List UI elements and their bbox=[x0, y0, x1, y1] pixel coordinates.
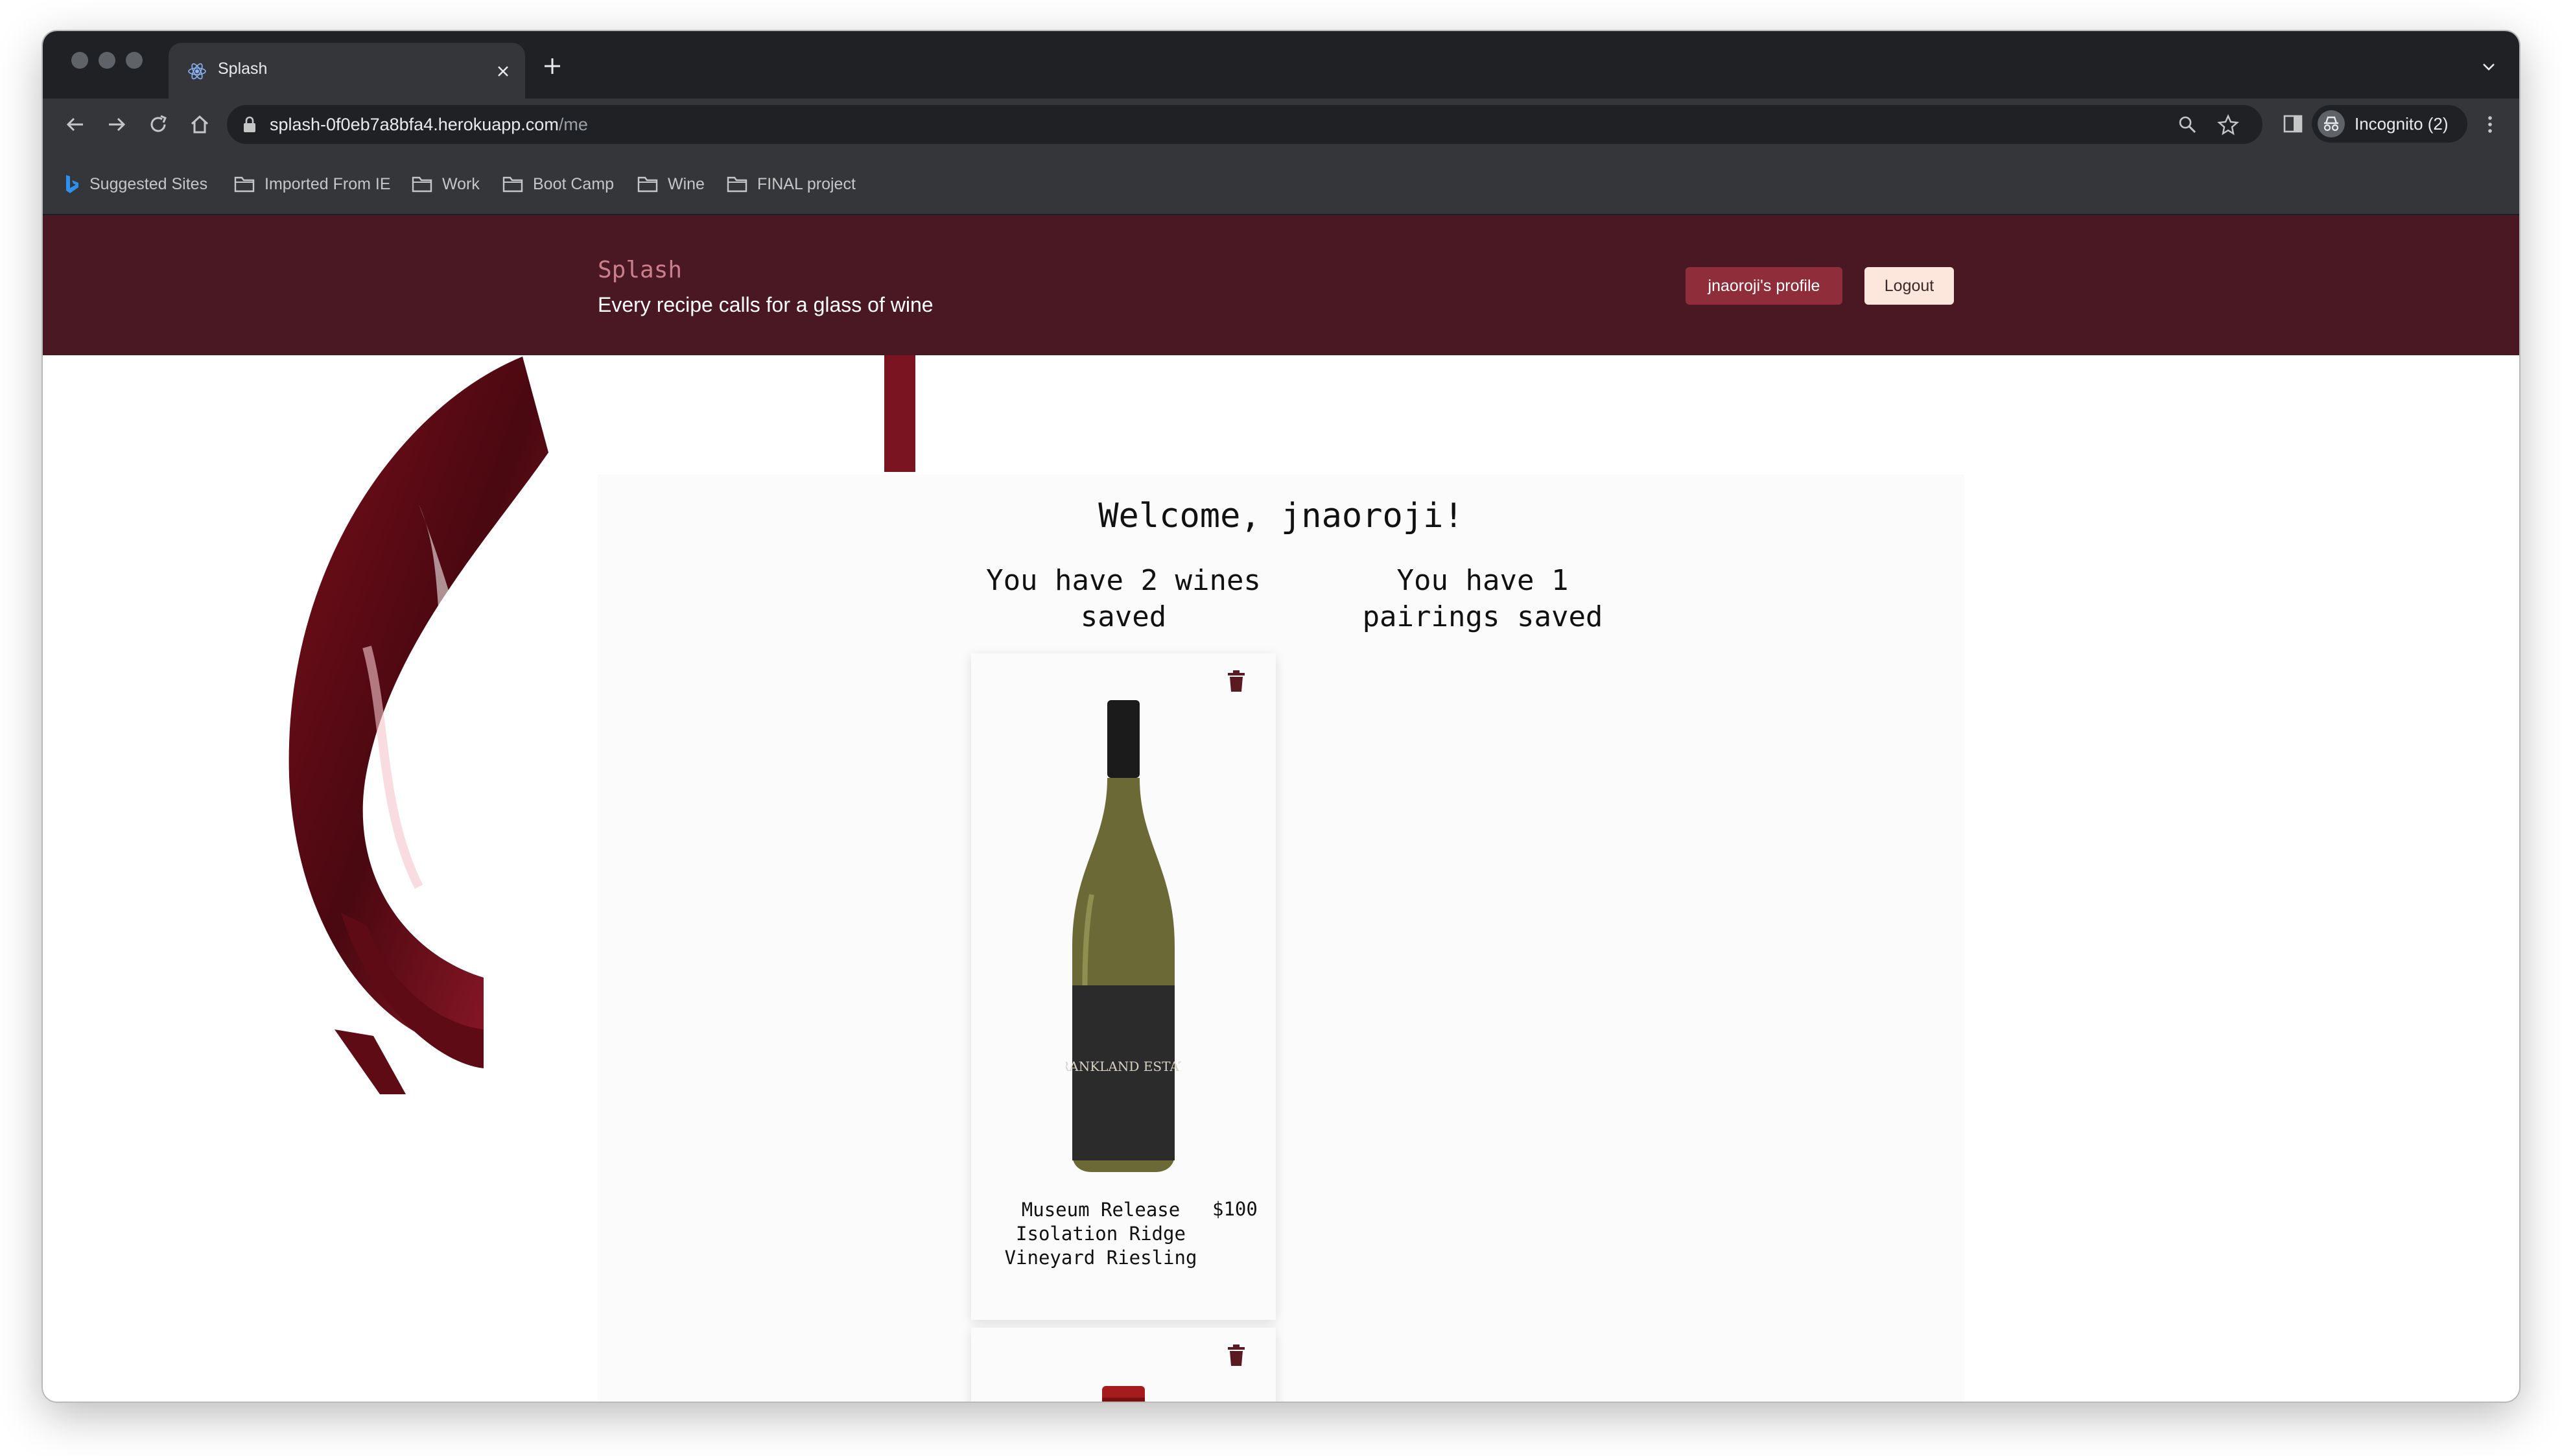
tab-splash[interactable]: Splash bbox=[169, 43, 525, 99]
wines-saved-count: You have 2 wines saved bbox=[986, 564, 1261, 633]
label-text: FRANKLAND ESTATE bbox=[1066, 1059, 1181, 1074]
zoom-icon[interactable] bbox=[2177, 114, 2198, 135]
site-brand[interactable]: Splash bbox=[598, 257, 682, 283]
back-icon[interactable] bbox=[62, 112, 88, 137]
browser-menu-icon[interactable] bbox=[2480, 113, 2500, 136]
folder-icon bbox=[502, 176, 523, 193]
bookmark-imported-from-ie[interactable]: Imported From IE bbox=[233, 174, 391, 194]
bookmark-wine[interactable]: Wine bbox=[637, 174, 705, 194]
wine-card bbox=[971, 1328, 1276, 1402]
close-window-button[interactable] bbox=[71, 52, 88, 69]
wine-name: Museum Release Isolation Ridge Vineyard … bbox=[1004, 1199, 1197, 1269]
site-header: Splash Every recipe calls for a glass of… bbox=[43, 215, 2519, 355]
welcome-heading: Welcome, jnaoroji! bbox=[1098, 497, 1464, 535]
wine-bottle-image: FRANKLAND ESTATE bbox=[1066, 700, 1181, 1172]
forward-icon[interactable] bbox=[104, 112, 130, 137]
bookmark-star-icon[interactable] bbox=[2217, 113, 2239, 135]
bookmark-boot-camp[interactable]: Boot Camp bbox=[502, 174, 614, 194]
incognito-label: Incognito (2) bbox=[2355, 113, 2449, 134]
browser-window: Splash splash-0f0eb7a8bfa4.herokuapp.com… bbox=[43, 31, 2519, 1402]
pairings-saved-count: You have 1 pairings saved bbox=[1362, 564, 1603, 633]
wine-price: $100 bbox=[1212, 1198, 1258, 1220]
browser-toolbar: splash-0f0eb7a8bfa4.herokuapp.com/me Inc… bbox=[43, 99, 2519, 150]
home-icon[interactable] bbox=[187, 112, 213, 137]
window-controls bbox=[71, 52, 143, 69]
incognito-icon bbox=[2318, 110, 2345, 137]
profile-button[interactable]: jnaoroji's profile bbox=[1686, 267, 1842, 305]
url-path: /me bbox=[558, 115, 588, 134]
wine-card: FRANKLAND ESTATE Museum Release Isolatio… bbox=[971, 653, 1276, 1320]
tab-strip: Splash bbox=[43, 31, 2519, 99]
folder-icon bbox=[727, 176, 747, 193]
minimize-window-button[interactable] bbox=[99, 52, 115, 69]
bookmarks-bar: Suggested Sites Imported From IE Work Bo… bbox=[43, 150, 2519, 215]
bookmark-work[interactable]: Work bbox=[411, 174, 480, 194]
maximize-window-button[interactable] bbox=[126, 52, 143, 69]
web-page: Splash Every recipe calls for a glass of… bbox=[43, 215, 2519, 1402]
bookmark-suggested-sites[interactable]: Suggested Sites bbox=[62, 174, 207, 194]
reload-icon[interactable] bbox=[145, 112, 171, 137]
bookmark-label: FINAL project bbox=[757, 174, 856, 193]
folder-icon bbox=[234, 176, 255, 193]
logout-button[interactable]: Logout bbox=[1864, 267, 1954, 305]
url-text[interactable]: splash-0f0eb7a8bfa4.herokuapp.com/me bbox=[270, 115, 588, 135]
new-tab-icon[interactable] bbox=[541, 54, 564, 78]
bookmark-label: Wine bbox=[668, 174, 705, 193]
site-tagline: Every recipe calls for a glass of wine bbox=[598, 293, 934, 316]
bookmark-label: Boot Camp bbox=[533, 174, 615, 193]
side-panel-icon[interactable] bbox=[2281, 112, 2305, 136]
address-bar[interactable]: splash-0f0eb7a8bfa4.herokuapp.com/me bbox=[227, 105, 2262, 144]
incognito-profile-button[interactable]: Incognito (2) bbox=[2312, 105, 2467, 143]
folder-icon bbox=[412, 176, 432, 193]
bookmark-final-project[interactable]: FINAL project bbox=[726, 174, 856, 194]
profile-content: Welcome, jnaoroji! You have 2 wines save… bbox=[598, 475, 1964, 1402]
react-icon bbox=[188, 63, 206, 80]
wine-bottle-image bbox=[1102, 1386, 1145, 1402]
trash-icon[interactable] bbox=[1227, 1344, 1246, 1367]
bookmark-label: Work bbox=[442, 174, 480, 193]
lock-icon[interactable] bbox=[241, 115, 258, 134]
close-tab-icon[interactable] bbox=[493, 61, 513, 82]
bookmark-label: Imported From IE bbox=[264, 174, 391, 193]
url-host: splash-0f0eb7a8bfa4.herokuapp.com bbox=[270, 115, 559, 134]
folder-icon bbox=[637, 176, 658, 193]
bing-icon bbox=[66, 175, 78, 193]
bookmark-label: Suggested Sites bbox=[89, 174, 208, 193]
tab-title: Splash bbox=[218, 60, 268, 78]
trash-icon[interactable] bbox=[1227, 670, 1246, 692]
tab-search-chevron-icon[interactable] bbox=[2479, 57, 2498, 76]
